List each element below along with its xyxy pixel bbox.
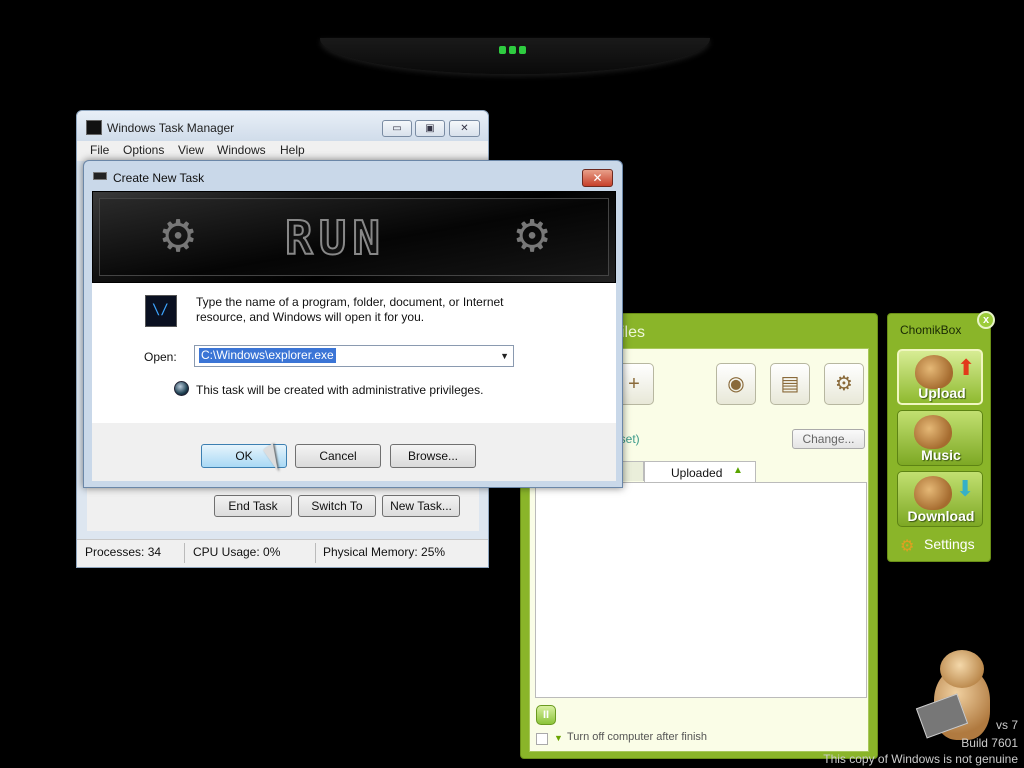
status-divider — [315, 543, 316, 563]
clipboard-add-icon[interactable]: ▤ — [770, 363, 810, 405]
new-task-button[interactable]: New Task... — [382, 495, 460, 517]
desktop-top-notch — [320, 38, 710, 74]
close-icon[interactable]: x — [977, 311, 995, 329]
turn-off-checkbox[interactable] — [536, 733, 548, 745]
sort-up-icon[interactable]: ▲ — [733, 465, 743, 476]
dropdown-triangle-icon[interactable]: ▼ — [554, 733, 563, 743]
hamster-icon — [914, 476, 952, 510]
gear-tool-icon[interactable]: ⚙ — [824, 363, 864, 405]
minimize-button[interactable]: ▭ — [382, 120, 412, 137]
restore-button[interactable]: ▣ — [415, 120, 445, 137]
dialog-panel: \/ Type the name of a program, folder, d… — [92, 283, 616, 423]
turn-off-label: Turn off computer after finish — [567, 731, 708, 743]
change-button[interactable]: Change... — [792, 429, 865, 449]
gear-icon: ⚙ — [900, 538, 915, 555]
open-input-value[interactable]: C:\Windows\explorer.exe — [199, 348, 336, 363]
settings-label: Settings — [924, 536, 975, 552]
status-memory: Physical Memory: 25% — [323, 545, 446, 559]
run-app-icon — [93, 172, 107, 180]
cancel-button[interactable]: Cancel — [295, 444, 381, 468]
notch-indicator-icon — [499, 46, 527, 56]
status-processes: Processes: 34 — [85, 545, 162, 559]
open-combobox[interactable]: C:\Windows\explorer.exe ▼ — [194, 345, 514, 367]
hamster-headphones-icon — [914, 415, 952, 449]
gear-icon: ⚙ — [512, 212, 552, 261]
chevron-down-icon[interactable]: ▼ — [500, 351, 509, 361]
gear-icon: ⚙ — [158, 212, 198, 261]
chomikbox-side-panel: ChomikBox x ⬆ Upload Music ⬇ Download ⚙ … — [887, 311, 995, 562]
menu-view[interactable]: View — [178, 143, 204, 157]
settings-link[interactable]: ⚙ Settings — [900, 536, 975, 555]
end-task-button[interactable]: End Task — [214, 495, 292, 517]
hamster-head — [940, 650, 984, 688]
hamster-tool-icon[interactable]: ◉ — [716, 363, 756, 405]
tab-queue[interactable] — [622, 461, 644, 481]
watermark-line-3: This copy of Windows is not genuine — [823, 752, 1018, 766]
dialog-description: Type the name of a program, folder, docu… — [196, 295, 504, 324]
uploaded-files-list[interactable] — [535, 482, 867, 698]
download-button[interactable]: ⬇ Download — [897, 471, 983, 527]
music-label: Music — [921, 447, 961, 463]
menu-help[interactable]: Help — [280, 143, 305, 157]
chomikbox-window-title: iles — [621, 324, 646, 341]
task-manager-menubar: File Options View Windows Help — [77, 141, 488, 161]
create-new-task-dialog: Create New Task ✕ ⚙ RUN ⚙ \/ Type the na… — [83, 160, 623, 488]
browse-button[interactable]: Browse... — [390, 444, 476, 468]
close-button[interactable]: ✕ — [449, 120, 480, 137]
hamster-icon — [915, 355, 953, 389]
run-banner-frame: ⚙ RUN ⚙ — [99, 198, 609, 276]
menu-options[interactable]: Options — [123, 143, 164, 157]
task-manager-title: Windows Task Manager — [107, 121, 235, 135]
run-banner: ⚙ RUN ⚙ — [92, 191, 616, 283]
music-button[interactable]: Music — [897, 410, 983, 466]
run-program-icon: \/ — [145, 295, 177, 327]
download-label: Download — [907, 508, 975, 524]
task-manager-app-icon — [86, 120, 102, 135]
admin-privileges-note: This task will be created with administr… — [196, 383, 484, 397]
dialog-title: Create New Task — [113, 171, 205, 185]
task-manager-statusbar: Processes: 34 CPU Usage: 0% Physical Mem… — [77, 539, 488, 567]
status-divider — [184, 543, 185, 563]
arrow-up-icon: ⬆ — [957, 355, 976, 380]
arrow-down-icon: ⬇ — [956, 476, 975, 501]
dialog-close-button[interactable]: ✕ — [582, 169, 613, 187]
upload-button[interactable]: ⬆ Upload — [897, 349, 983, 405]
upload-label: Upload — [918, 385, 966, 401]
hamster-reading-icon — [915, 650, 1008, 750]
menu-file[interactable]: File — [90, 143, 109, 157]
watermark-line-2: Build 7601 — [961, 736, 1018, 750]
side-panel-title: ChomikBox — [900, 323, 962, 337]
run-banner-text: RUN — [284, 211, 387, 265]
dialog-footer: OK Cancel Browse... — [92, 423, 616, 481]
task-manager-titlebar[interactable]: Windows Task Manager ▭ ▣ ✕ — [77, 111, 488, 141]
watermark-line-1: vs 7 — [995, 718, 1018, 732]
menu-windows[interactable]: Windows — [217, 143, 266, 157]
admin-shield-icon — [174, 381, 189, 396]
pause-icon[interactable]: II — [536, 705, 556, 725]
status-cpu: CPU Usage: 0% — [193, 545, 281, 559]
switch-to-button[interactable]: Switch To — [298, 495, 376, 517]
open-label: Open: — [144, 350, 177, 364]
